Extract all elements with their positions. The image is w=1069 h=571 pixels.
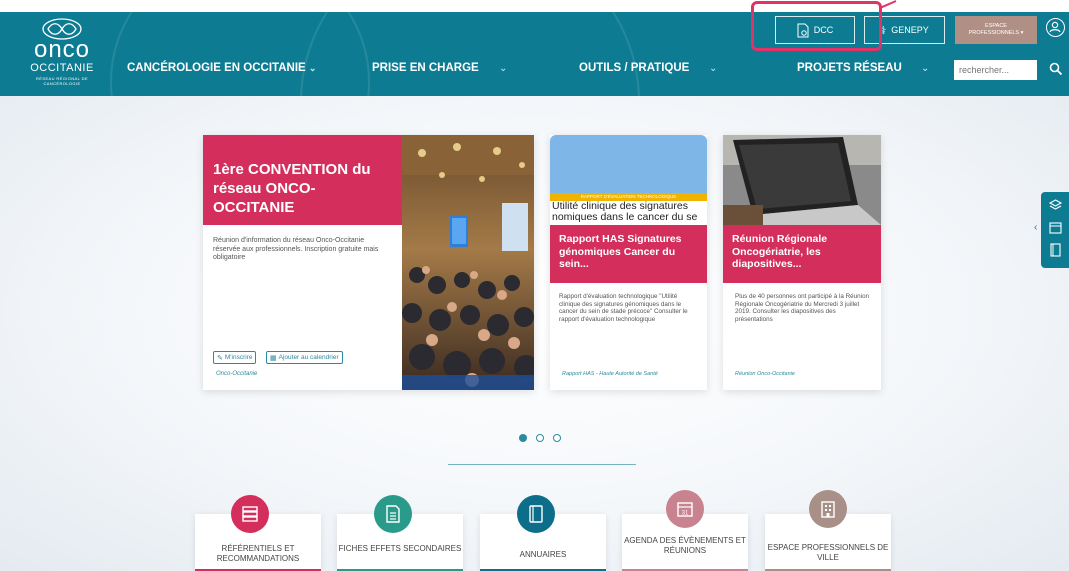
carousel-dot-3[interactable] — [553, 434, 561, 442]
chevron-left-icon[interactable]: ‹ — [1034, 222, 1037, 233]
register-label: M'inscrire — [224, 354, 253, 361]
top-strip — [0, 0, 1069, 12]
logo-text-occitanie: OCCITANIE — [30, 62, 94, 74]
quick-link-label: ESPACE PROFESSIONNELS DE VILLE — [767, 543, 889, 562]
user-circle-icon[interactable] — [1046, 18, 1065, 37]
quick-link-label: FICHES EFFETS SECONDAIRES — [338, 544, 462, 553]
annotation-arrow — [880, 0, 897, 9]
card-header: Rapport HAS Signatures génomiques Cancer… — [550, 225, 707, 283]
calendar-icon: 31 — [666, 490, 704, 528]
chevron-down-icon[interactable]: ⌄ — [921, 64, 931, 74]
nav-prise-en-charge[interactable]: PRISE EN CHARGE — [372, 62, 479, 78]
quick-link-label: AGENDA DES ÉVÈNEMENTS ET RÉUNIONS — [624, 536, 746, 555]
card-description: Plus de 40 personnes ont participé à la … — [735, 293, 870, 323]
chevron-down-icon[interactable]: ⌄ — [709, 64, 719, 74]
genepy-label: GENEPY — [891, 25, 929, 35]
calendar-label: Ajouter au calendrier — [278, 354, 339, 361]
card-category[interactable]: Réunion Onco-Occitanie — [735, 371, 795, 377]
conference-audience-image — [402, 135, 534, 390]
nav-cancerologie[interactable]: CANCÉROLOGIE EN OCCITANIE ⌄ — [127, 62, 316, 78]
card-header: 1ère CONVENTION du réseau ONCO-OCCITANIE — [203, 135, 402, 225]
card-category[interactable]: Onco-Occitanie — [216, 371, 257, 377]
building-icon — [809, 490, 847, 528]
chevron-down-icon: ⌄ — [308, 63, 317, 73]
chevron-down-icon[interactable]: ⌄ — [499, 64, 509, 74]
register-button[interactable]: ✎ M'inscrire — [213, 351, 257, 364]
logo-tagline: RÉSEAU RÉGIONAL DE CANCÉROLOGIE — [36, 76, 88, 86]
layers-icon[interactable] — [1048, 198, 1063, 213]
espace-professionnels-button[interactable]: ESPACE PROFESSIONNELS ▾ — [955, 16, 1037, 44]
calendar-icon: ▦ — [270, 354, 277, 362]
card-title: 1ère CONVENTION du réseau ONCO-OCCITANIE — [213, 161, 371, 216]
nav-outils-pratique[interactable]: OUTILS / PRATIQUE — [579, 62, 689, 78]
dcc-highlight-annotation — [751, 1, 882, 51]
card-header: Réunion Régionale Oncogériatrie, les dia… — [723, 225, 881, 283]
header-decoration — [300, 12, 640, 96]
search-input[interactable] — [954, 60, 1037, 80]
nav-label: PRISE EN CHARGE — [372, 62, 479, 74]
document-icon — [374, 495, 412, 533]
carousel-dot-2[interactable] — [536, 434, 544, 442]
book-icon[interactable] — [1048, 242, 1063, 257]
logo-text-onco: onco — [33, 36, 91, 63]
nav-label: CANCÉROLOGIE EN OCCITANIE — [127, 62, 306, 74]
banner-title: Utilité clinique des signatures nomiques… — [552, 201, 698, 223]
carousel-card-oncogeriatrie[interactable]: Réunion Régionale Oncogériatrie, les dia… — [723, 135, 881, 390]
site-logo[interactable]: onco OCCITANIE RÉSEAU RÉGIONAL DE CANCÉR… — [22, 14, 102, 94]
card-title: Réunion Régionale Oncogériatrie, les dia… — [732, 233, 828, 270]
card-title: Rapport HAS Signatures génomiques Cancer… — [559, 233, 682, 270]
add-calendar-button[interactable]: ▦ Ajouter au calendrier — [266, 351, 343, 364]
book-icon — [517, 495, 555, 533]
nav-projets-reseau[interactable]: PROJETS RÉSEAU — [797, 62, 902, 78]
nav-label: PROJETS RÉSEAU — [797, 62, 902, 74]
espace-label-line2: PROFESSIONNELS ▾ — [968, 30, 1024, 36]
laptop-image — [723, 135, 881, 225]
side-quick-access-tab[interactable]: ‹ — [1034, 192, 1069, 268]
card-description: Rapport d'évaluation technologique "Util… — [559, 293, 688, 323]
layers-icon — [231, 495, 269, 533]
calendar-day: 31 — [682, 511, 689, 517]
nav-label: OUTILS / PRATIQUE — [579, 62, 690, 74]
quick-link-label: RÉFÉRENTIELS ET RECOMMANDATIONS — [216, 544, 300, 563]
quick-link-label: ANNUAIRES — [519, 550, 567, 559]
calendar-icon[interactable] — [1048, 220, 1063, 235]
carousel-dot-1[interactable] — [519, 434, 527, 442]
banner-label: RAPPORT D'ÉVALUATION TECHNOLOGIQUE — [550, 193, 707, 201]
section-divider — [448, 464, 636, 465]
edit-icon: ✎ — [217, 354, 223, 362]
card-category[interactable]: Rapport HAS - Haute Autorité de Santé — [562, 371, 658, 377]
card-image-banner — [550, 135, 707, 193]
search-icon[interactable] — [1049, 62, 1063, 76]
espace-label-line1: ESPACE — [985, 23, 1007, 29]
card-description: Réunion d'information du réseau Onco-Occ… — [213, 237, 379, 261]
carousel-card-rapport-has[interactable]: RAPPORT D'ÉVALUATION TECHNOLOGIQUE Utili… — [550, 135, 707, 390]
